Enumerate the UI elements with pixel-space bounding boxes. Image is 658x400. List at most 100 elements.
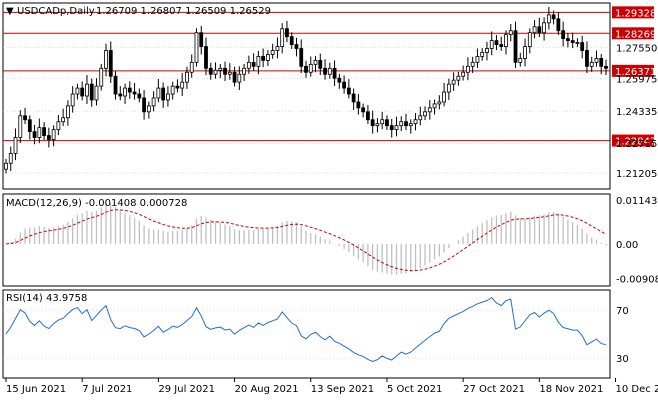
candle-body[interactable] bbox=[146, 105, 151, 113]
candle-body[interactable] bbox=[166, 93, 170, 101]
candle-body[interactable] bbox=[489, 40, 494, 49]
candle-body[interactable] bbox=[199, 32, 204, 47]
candle-body[interactable] bbox=[161, 87, 166, 101]
candle-body[interactable] bbox=[46, 135, 51, 140]
candle-body[interactable] bbox=[537, 26, 542, 34]
candle-body[interactable] bbox=[270, 50, 275, 55]
candle-body[interactable] bbox=[575, 42, 580, 44]
candle-body[interactable] bbox=[232, 71, 237, 83]
candle-body[interactable] bbox=[185, 71, 189, 83]
candle-body[interactable] bbox=[470, 61, 475, 67]
candle-body[interactable] bbox=[194, 32, 199, 63]
candle-body[interactable] bbox=[480, 52, 485, 57]
candle-body[interactable] bbox=[151, 97, 156, 107]
candle-body[interactable] bbox=[304, 65, 308, 73]
candle-body[interactable] bbox=[223, 67, 227, 75]
candle-body[interactable] bbox=[208, 67, 213, 75]
candle-body[interactable] bbox=[51, 129, 56, 140]
candle-body[interactable] bbox=[318, 59, 323, 69]
candle-body[interactable] bbox=[13, 137, 18, 154]
candle-body[interactable] bbox=[32, 131, 37, 138]
candle-body[interactable] bbox=[418, 115, 423, 121]
candle-body[interactable] bbox=[427, 107, 432, 113]
candle-body[interactable] bbox=[104, 50, 108, 69]
candle-body[interactable] bbox=[356, 101, 361, 109]
candle-body[interactable] bbox=[4, 162, 8, 170]
candle-body[interactable] bbox=[485, 48, 489, 53]
candle-body[interactable] bbox=[227, 71, 232, 75]
candle-body[interactable] bbox=[127, 87, 132, 93]
candle-body[interactable] bbox=[394, 125, 399, 131]
candle-body[interactable] bbox=[494, 40, 499, 45]
candle-body[interactable] bbox=[23, 115, 27, 121]
candle-body[interactable] bbox=[137, 93, 142, 99]
candle-body[interactable] bbox=[527, 32, 532, 47]
candle-body[interactable] bbox=[542, 22, 546, 34]
candle-body[interactable] bbox=[37, 127, 42, 138]
candle-body[interactable] bbox=[580, 42, 585, 51]
candle-body[interactable] bbox=[556, 18, 561, 32]
candle-body[interactable] bbox=[399, 121, 404, 127]
candle-body[interactable] bbox=[437, 101, 442, 105]
candle-body[interactable] bbox=[180, 81, 185, 89]
candle-body[interactable] bbox=[251, 61, 256, 67]
candle-body[interactable] bbox=[237, 73, 242, 83]
candle-body[interactable] bbox=[523, 46, 527, 59]
candle-body[interactable] bbox=[499, 44, 504, 47]
candle-body[interactable] bbox=[561, 30, 566, 40]
candle-body[interactable] bbox=[85, 83, 89, 97]
candle-body[interactable] bbox=[346, 87, 351, 95]
candle-body[interactable] bbox=[604, 65, 608, 69]
candle-body[interactable] bbox=[61, 117, 66, 123]
candle-body[interactable] bbox=[446, 83, 451, 93]
candle-body[interactable] bbox=[308, 63, 313, 73]
candle-body[interactable] bbox=[218, 67, 223, 71]
candle-body[interactable] bbox=[585, 50, 589, 67]
candle-body[interactable] bbox=[342, 81, 346, 89]
candle-body[interactable] bbox=[451, 79, 456, 85]
candle-body[interactable] bbox=[285, 28, 289, 38]
candle-body[interactable] bbox=[204, 46, 208, 69]
candle-body[interactable] bbox=[261, 56, 266, 61]
candle-body[interactable] bbox=[242, 67, 246, 75]
candle-body[interactable] bbox=[546, 14, 551, 24]
candle-body[interactable] bbox=[27, 119, 32, 133]
candle-body[interactable] bbox=[118, 93, 123, 97]
candle-body[interactable] bbox=[442, 91, 446, 103]
candle-body[interactable] bbox=[461, 71, 466, 77]
candle-body[interactable] bbox=[189, 61, 194, 73]
candle-body[interactable] bbox=[108, 50, 113, 77]
candle-body[interactable] bbox=[113, 75, 118, 95]
dropdown-arrow-icon[interactable]: ▼ bbox=[6, 6, 14, 17]
candle-body[interactable] bbox=[66, 105, 70, 119]
candle-body[interactable] bbox=[513, 30, 518, 63]
candle-body[interactable] bbox=[404, 121, 408, 127]
candle-body[interactable] bbox=[551, 14, 556, 20]
candle-body[interactable] bbox=[594, 58, 599, 63]
candle-body[interactable] bbox=[351, 93, 356, 103]
candle-body[interactable] bbox=[532, 26, 537, 34]
candle-body[interactable] bbox=[18, 115, 23, 138]
candle-body[interactable] bbox=[413, 119, 418, 125]
candle-body[interactable] bbox=[75, 87, 80, 95]
candle-body[interactable] bbox=[361, 107, 366, 113]
candle-body[interactable] bbox=[599, 58, 604, 67]
candle-body[interactable] bbox=[366, 111, 370, 121]
candle-body[interactable] bbox=[56, 121, 61, 131]
candle-body[interactable] bbox=[337, 77, 342, 83]
candle-body[interactable] bbox=[518, 58, 523, 63]
candle-body[interactable] bbox=[89, 83, 94, 101]
candle-body[interactable] bbox=[504, 34, 508, 47]
candle-body[interactable] bbox=[289, 36, 294, 45]
candle-body[interactable] bbox=[370, 119, 375, 127]
candle-body[interactable] bbox=[170, 85, 175, 95]
candle-body[interactable] bbox=[566, 38, 570, 42]
trading-chart[interactable]: 1.293281.282691.263711.228471.275501.259… bbox=[0, 0, 658, 400]
candle-body[interactable] bbox=[94, 85, 99, 101]
candle-body[interactable] bbox=[389, 125, 394, 131]
candle-body[interactable] bbox=[266, 54, 270, 61]
candle-body[interactable] bbox=[280, 28, 285, 47]
candle-body[interactable] bbox=[175, 85, 180, 89]
candle-body[interactable] bbox=[456, 75, 461, 81]
candle-body[interactable] bbox=[246, 61, 251, 69]
